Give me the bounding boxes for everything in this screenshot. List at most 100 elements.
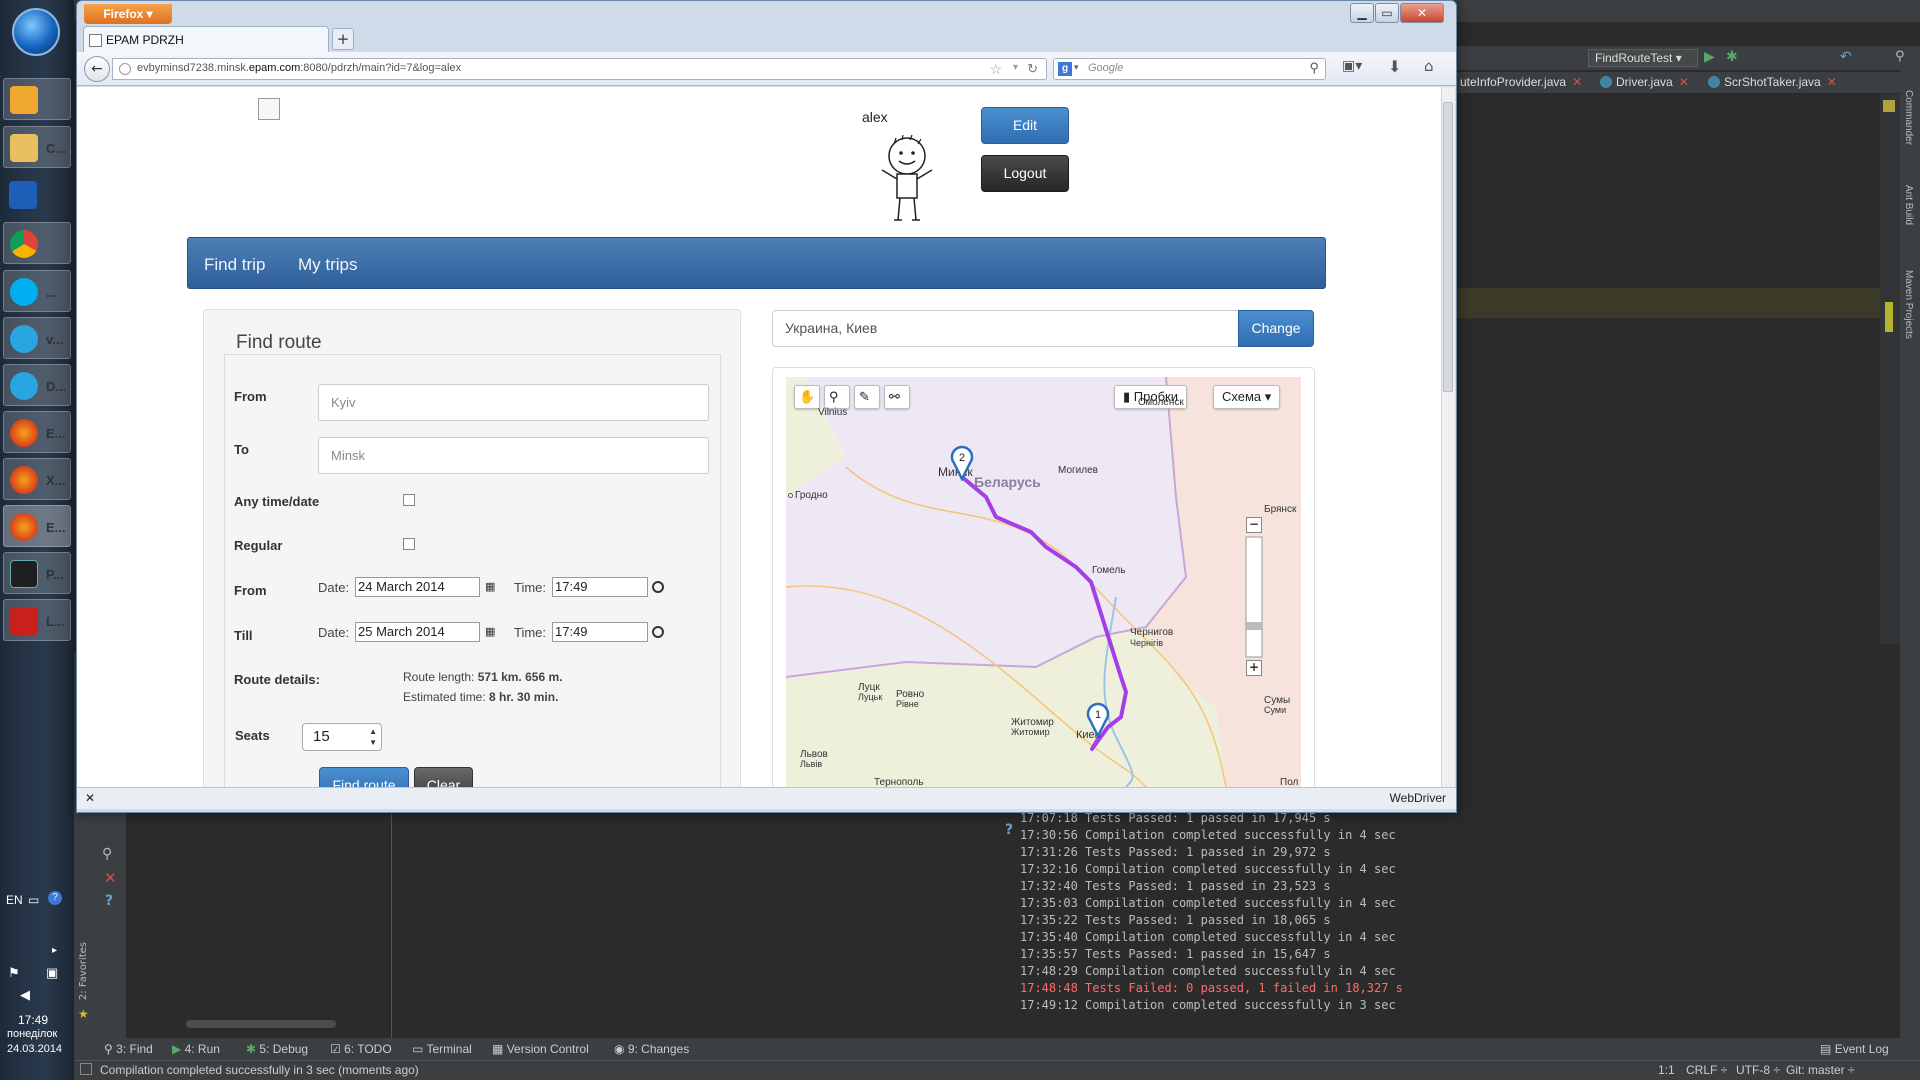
- download-icon[interactable]: ⬇: [1388, 57, 1401, 76]
- test-tree[interactable]: [126, 800, 391, 1042]
- editor-tab[interactable]: uteInfoProvider.java ✕: [1460, 75, 1582, 93]
- toolbar-menu-icon[interactable]: ▣▾: [1342, 58, 1362, 74]
- any-time-checkbox[interactable]: [403, 494, 415, 506]
- undo-icon[interactable]: ↶: [1840, 49, 1852, 65]
- url-bar[interactable]: evbyminsd7238.minsk.epam.com:8080/pdrzh/…: [112, 58, 1047, 80]
- minimize-button[interactable]: ▁: [1350, 3, 1374, 23]
- run-tool[interactable]: ▶ 4: Run: [172, 1042, 220, 1056]
- taskbar-item[interactable]: X...: [3, 458, 71, 500]
- route-marker-end[interactable]: 2: [950, 445, 974, 481]
- debug-icon[interactable]: ✱: [1726, 49, 1738, 65]
- search-bar[interactable]: g ▾ Google ⚲: [1053, 58, 1326, 80]
- zoom-in-icon[interactable]: +: [1246, 660, 1262, 676]
- language-indicator[interactable]: EN: [6, 893, 23, 907]
- from-time-input[interactable]: 17:49: [552, 577, 648, 597]
- taskbar-item[interactable]: ...: [3, 270, 71, 312]
- taskbar-item[interactable]: L...: [3, 599, 71, 641]
- till-date-input[interactable]: 25 March 2014: [355, 622, 480, 642]
- from-input[interactable]: Kyiv: [318, 384, 709, 421]
- run-icon[interactable]: ▶: [1704, 49, 1715, 65]
- scrollbar-thumb[interactable]: [1443, 102, 1453, 392]
- close-icon[interactable]: ✕: [1827, 75, 1837, 89]
- from-date-input[interactable]: 24 March 2014: [355, 577, 480, 597]
- clock-icon[interactable]: [652, 626, 664, 638]
- line-separator[interactable]: CRLF ÷: [1686, 1063, 1727, 1077]
- route-map[interactable]: ✋ ⚲ ✎ ⚯ ▮ Пробки Схема ▾ − + Беларусь Vi…: [786, 377, 1301, 787]
- commander-tool[interactable]: Commander: [1903, 90, 1914, 145]
- edit-button[interactable]: Edit: [981, 107, 1069, 144]
- history-dropdown-icon[interactable]: ▾: [1013, 62, 1018, 73]
- google-icon[interactable]: g: [1058, 62, 1072, 76]
- test-output-pane[interactable]: [391, 800, 991, 1042]
- taskbar-item[interactable]: v...: [3, 317, 71, 359]
- route-tool-icon[interactable]: ⚯: [884, 385, 910, 409]
- zoom-out-icon[interactable]: −: [1246, 517, 1262, 533]
- help-icon[interactable]: ?: [48, 891, 62, 905]
- taskbar-item[interactable]: C...: [3, 126, 71, 168]
- horizontal-scrollbar[interactable]: [186, 1020, 336, 1028]
- search-icon[interactable]: ⚲: [1895, 49, 1905, 64]
- back-button[interactable]: ←: [84, 56, 110, 82]
- changes-tool[interactable]: ◉ 9: Changes: [614, 1042, 689, 1056]
- map-layer-select[interactable]: Схема ▾: [1213, 385, 1281, 409]
- maximize-button[interactable]: ▭: [1375, 3, 1399, 23]
- clock-icon[interactable]: [652, 581, 664, 593]
- hand-tool-icon[interactable]: ✋: [794, 385, 820, 409]
- status-toggle-icon[interactable]: [80, 1063, 92, 1075]
- favorites-tool[interactable]: 2: Favorites: [78, 942, 89, 1000]
- logout-button[interactable]: Logout: [981, 155, 1069, 192]
- network-icon[interactable]: ▣: [46, 965, 58, 981]
- editor-tab[interactable]: Driver.java ✕: [1600, 75, 1689, 93]
- taskbar-item[interactable]: E...: [3, 505, 71, 547]
- maven-projects-tool[interactable]: Maven Projects: [1903, 270, 1914, 339]
- event-log-tool[interactable]: ▤ Event Log: [1820, 1042, 1889, 1056]
- taskbar-item[interactable]: E...: [3, 411, 71, 453]
- stepper-arrows-icon[interactable]: ▲ ▼: [369, 726, 377, 748]
- taskbar-item[interactable]: [3, 78, 71, 120]
- todo-tool[interactable]: ☑ 6: TODO: [330, 1042, 392, 1056]
- nav-find-trip[interactable]: Find trip: [204, 255, 265, 275]
- taskbar-item[interactable]: D...: [3, 364, 71, 406]
- new-tab-button[interactable]: +: [332, 28, 354, 50]
- close-icon[interactable]: ✕: [1572, 75, 1582, 89]
- bookmark-star-icon[interactable]: ☆: [989, 61, 1002, 78]
- nav-my-trips[interactable]: My trips: [298, 255, 358, 275]
- firefox-menu-button[interactable]: Firefox ▾: [84, 4, 172, 24]
- help-icon[interactable]: ?: [105, 893, 113, 909]
- event-log-console[interactable]: 17:07:18 Tests Passed: 1 passed in 17,94…: [1020, 810, 1880, 1040]
- find-tool[interactable]: ⚲ 3: Find: [104, 1042, 153, 1056]
- zoom-tool-icon[interactable]: ⚲: [824, 385, 850, 409]
- calendar-icon[interactable]: ▦: [485, 625, 497, 638]
- reload-icon[interactable]: ↻: [1027, 61, 1038, 77]
- taskbar-item[interactable]: [3, 222, 71, 264]
- route-marker-start[interactable]: 1: [1086, 702, 1110, 738]
- file-encoding[interactable]: UTF-8 ÷: [1736, 1063, 1780, 1077]
- address-input[interactable]: Украина, Киев: [772, 310, 1239, 347]
- find-route-button[interactable]: Find route: [319, 767, 409, 787]
- till-time-input[interactable]: 17:49: [552, 622, 648, 642]
- help-icon[interactable]: ?: [1005, 822, 1013, 838]
- search-icon[interactable]: ⚲: [1309, 60, 1319, 76]
- close-icon[interactable]: ✕: [1679, 75, 1689, 89]
- ant-build-tool[interactable]: Ant Build: [1903, 185, 1914, 225]
- caret-position[interactable]: 1:1: [1658, 1063, 1675, 1077]
- show-hidden-icons[interactable]: ▸: [52, 945, 57, 956]
- calendar-icon[interactable]: ▦: [485, 580, 497, 593]
- volume-icon[interactable]: ◀: [20, 987, 30, 1003]
- to-input[interactable]: Minsk: [318, 437, 709, 474]
- editor-tab[interactable]: ScrShotTaker.java ✕: [1708, 75, 1837, 93]
- terminal-tool[interactable]: ▭ Terminal: [412, 1042, 472, 1056]
- home-icon[interactable]: ⌂: [1424, 57, 1434, 75]
- seats-stepper[interactable]: 15 ▲ ▼: [302, 723, 382, 751]
- pin-icon[interactable]: ⚲: [102, 846, 112, 862]
- clear-button[interactable]: Clear: [414, 767, 473, 787]
- start-button[interactable]: [12, 8, 60, 56]
- flag-icon[interactable]: ⚑: [8, 965, 20, 981]
- close-window-button[interactable]: ✕: [1400, 3, 1444, 23]
- run-config-select[interactable]: FindRouteTest ▾: [1588, 49, 1698, 67]
- change-button[interactable]: Change: [1238, 310, 1314, 347]
- close-icon[interactable]: ✕: [85, 791, 95, 805]
- version-control-tool[interactable]: ▦ Version Control: [492, 1042, 589, 1056]
- close-icon[interactable]: ✕: [104, 869, 117, 887]
- browser-tab[interactable]: EPAM PDRZH: [83, 26, 329, 52]
